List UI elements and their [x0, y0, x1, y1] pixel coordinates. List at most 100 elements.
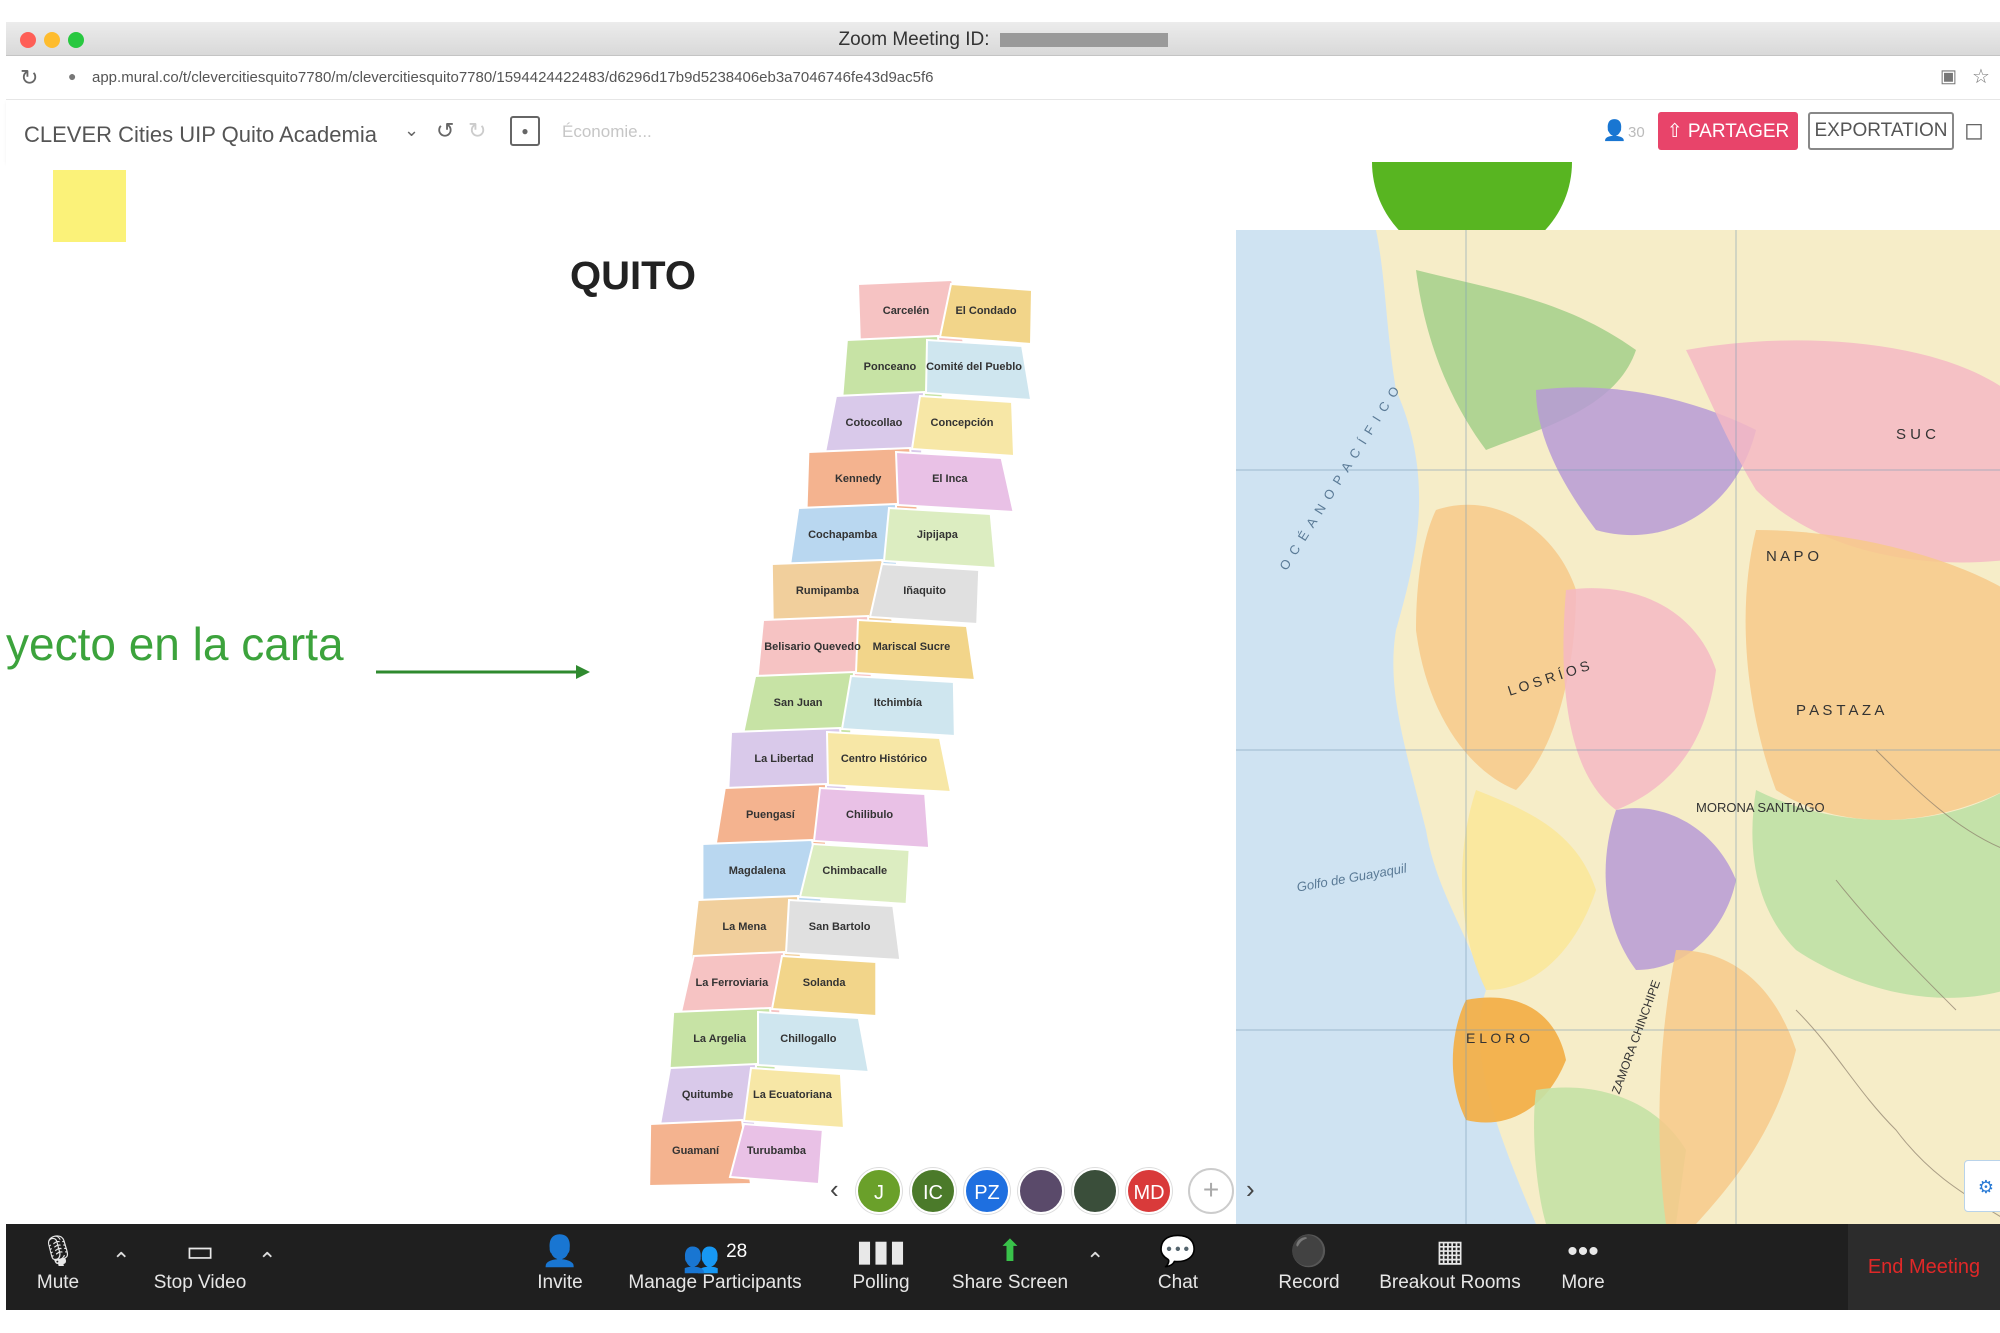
participants-icon: 👥 28: [682, 1241, 748, 1274]
parish-label: El Condado: [955, 305, 1016, 317]
parish-label: Turubamba: [747, 1145, 807, 1157]
chevron-left-icon[interactable]: ‹: [830, 1174, 839, 1205]
parish-label: La Argelia: [693, 1033, 747, 1045]
reload-icon[interactable]: ↻: [20, 65, 38, 91]
participants-count: 28: [726, 1241, 748, 1262]
participant-avatar[interactable]: [1018, 1168, 1064, 1214]
mic-icon: 🎙: [38, 1235, 78, 1268]
end-meeting-button[interactable]: End Meeting: [1848, 1224, 2000, 1310]
chevron-down-icon[interactable]: ⌄: [404, 120, 419, 141]
parish-label: La Libertad: [754, 753, 813, 765]
add-user-icon: 👤: [541, 1235, 579, 1268]
meeting-id-redaction: [999, 32, 1168, 47]
parish-label: Centro Histórico: [841, 753, 927, 765]
parish-label: Mariscal Sucre: [873, 641, 951, 653]
parish-label: Concepción: [931, 417, 994, 429]
parish-label: Guamaní: [672, 1145, 720, 1157]
parish-label: Jipijapa: [917, 529, 959, 541]
record-button[interactable]: ⚫ Record: [1266, 1224, 1352, 1310]
zoom-meeting-controls: 🎙 Mute ⌃ ▭ Stop Video ⌃ 👤 Invite 👥 28 Man…: [6, 1224, 2000, 1310]
board-title[interactable]: CLEVER Cities UIP Quito Academia: [24, 122, 377, 148]
more-button[interactable]: ••• More: [1548, 1224, 1618, 1310]
translate-icon[interactable]: ▣: [1940, 66, 1957, 87]
parish-label: Iñaquito: [903, 585, 946, 597]
parish-label: Comité del Pueblo: [926, 361, 1022, 373]
polling-label: Polling: [852, 1272, 910, 1293]
bookmark-star-icon[interactable]: ☆: [1972, 64, 1990, 89]
arrow-caption[interactable]: yecto en la carta: [6, 617, 344, 671]
outline-icon[interactable]: ●: [510, 116, 540, 146]
pointer-arrow[interactable]: [376, 662, 591, 682]
invite-label: Invite: [537, 1272, 583, 1293]
chat-bubble-icon: 💬: [1159, 1235, 1197, 1268]
share-button-label: PARTAGER: [1687, 120, 1790, 142]
undo-icon[interactable]: ↺: [436, 118, 454, 144]
parish-label: Chillogallo: [780, 1033, 837, 1045]
record-icon: ⚫: [1290, 1235, 1328, 1268]
parish-label: San Bartolo: [809, 921, 871, 933]
window-bottom-margin: [0, 1310, 2000, 1333]
ecuador-provinces-map[interactable]: O C É A N O P A C Í F I C O N A P O P A …: [1236, 230, 2000, 1224]
parish-label: Chimbacalle: [822, 865, 887, 877]
parish-label: Puengasí: [746, 809, 796, 821]
comments-icon[interactable]: ◻: [1964, 116, 1984, 145]
browser-address-bar: ↻ ● app.mural.co/t/clevercitiesquito7780…: [6, 56, 2000, 100]
participant-avatar[interactable]: MD: [1126, 1168, 1172, 1214]
add-participant-icon[interactable]: +: [1188, 1168, 1234, 1214]
breakout-rooms-label: Breakout Rooms: [1379, 1272, 1521, 1293]
map-label-morona: MORONA SANTIAGO: [1696, 800, 1825, 815]
share-screen-button[interactable]: ⬆ Share Screen: [948, 1224, 1072, 1310]
polling-button[interactable]: ▮▮▮ Polling: [838, 1224, 924, 1310]
mute-button[interactable]: 🎙 Mute: [18, 1224, 98, 1310]
lock-icon: ●: [68, 68, 77, 84]
export-button[interactable]: EXPORTATION: [1808, 112, 1954, 150]
url-text[interactable]: app.mural.co/t/clevercitiesquito7780/m/c…: [92, 69, 934, 86]
mute-label: Mute: [36, 1272, 80, 1293]
map-label-pastaza: P A S T A Z A: [1796, 702, 1885, 719]
quito-parish-map[interactable]: Carcelén El Condado Ponceano Comité del Pue…: [616, 274, 1106, 1224]
map-label-el-oro: E L O R O: [1466, 1030, 1531, 1046]
collaborator-count: 30: [1628, 124, 1645, 141]
parish-label: Cotocollao: [846, 417, 903, 429]
chat-button[interactable]: 💬 Chat: [1138, 1224, 1218, 1310]
share-button[interactable]: ⇧ PARTAGER: [1658, 112, 1798, 150]
chevron-right-icon[interactable]: ›: [1246, 1174, 1255, 1205]
participant-avatar[interactable]: IC: [910, 1168, 956, 1214]
redo-icon[interactable]: ↻: [468, 118, 486, 144]
parish-label: Kennedy: [835, 473, 882, 485]
parish-label: Itchimbía: [874, 697, 923, 709]
grid-icon: ▦: [1435, 1235, 1465, 1268]
sticky-note[interactable]: [53, 170, 126, 242]
record-label: Record: [1278, 1272, 1340, 1293]
video-camera-icon: ▭: [185, 1235, 215, 1268]
participant-avatar[interactable]: PZ: [964, 1168, 1010, 1214]
invite-button[interactable]: 👤 Invite: [520, 1224, 600, 1310]
stop-video-button[interactable]: ▭ Stop Video: [144, 1224, 256, 1310]
video-options-caret-icon[interactable]: ⌃: [258, 1248, 276, 1274]
share-screen-icon: ⬆: [997, 1235, 1023, 1268]
parish-label: La Ferroviaria: [695, 977, 769, 989]
audio-options-caret-icon[interactable]: ⌃: [112, 1248, 130, 1274]
chat-label: Chat: [1157, 1272, 1199, 1293]
manage-participants-label: Manage Participants: [628, 1272, 802, 1293]
search-field[interactable]: Économie...: [562, 122, 652, 142]
share-options-caret-icon[interactable]: ⌃: [1086, 1248, 1104, 1274]
participant-avatar[interactable]: [1072, 1168, 1118, 1214]
manage-participants-button[interactable]: 👥 28 Manage Participants: [622, 1224, 808, 1310]
mural-canvas[interactable]: QUITO yecto en la carta Carcelén El Conda…: [6, 162, 2000, 1224]
meeting-id-label: Zoom Meeting ID:: [838, 29, 990, 50]
bar-chart-icon: ▮▮▮: [856, 1235, 906, 1268]
window-title: Zoom Meeting ID:: [6, 29, 2000, 51]
parish-label: Rumipamba: [796, 585, 860, 597]
parish-label: Belisario Quevedo: [764, 641, 861, 653]
parish-label: Solanda: [803, 977, 847, 989]
participant-avatar[interactable]: J: [856, 1168, 902, 1214]
mural-toolbar: CLEVER Cities UIP Quito Academia ⌄ ↺ ↻ ●…: [6, 100, 2000, 162]
parish-label: Magdalena: [729, 865, 787, 877]
upload-icon: ⇧: [1666, 120, 1688, 142]
collaborators-icon: 👤: [1602, 120, 1627, 142]
breakout-rooms-button[interactable]: ▦ Breakout Rooms: [1376, 1224, 1524, 1310]
map-widget-icon[interactable]: ⚙: [1964, 1160, 2000, 1212]
parish-label: Ponceano: [864, 361, 917, 373]
parish-label: Carcelén: [883, 305, 930, 317]
